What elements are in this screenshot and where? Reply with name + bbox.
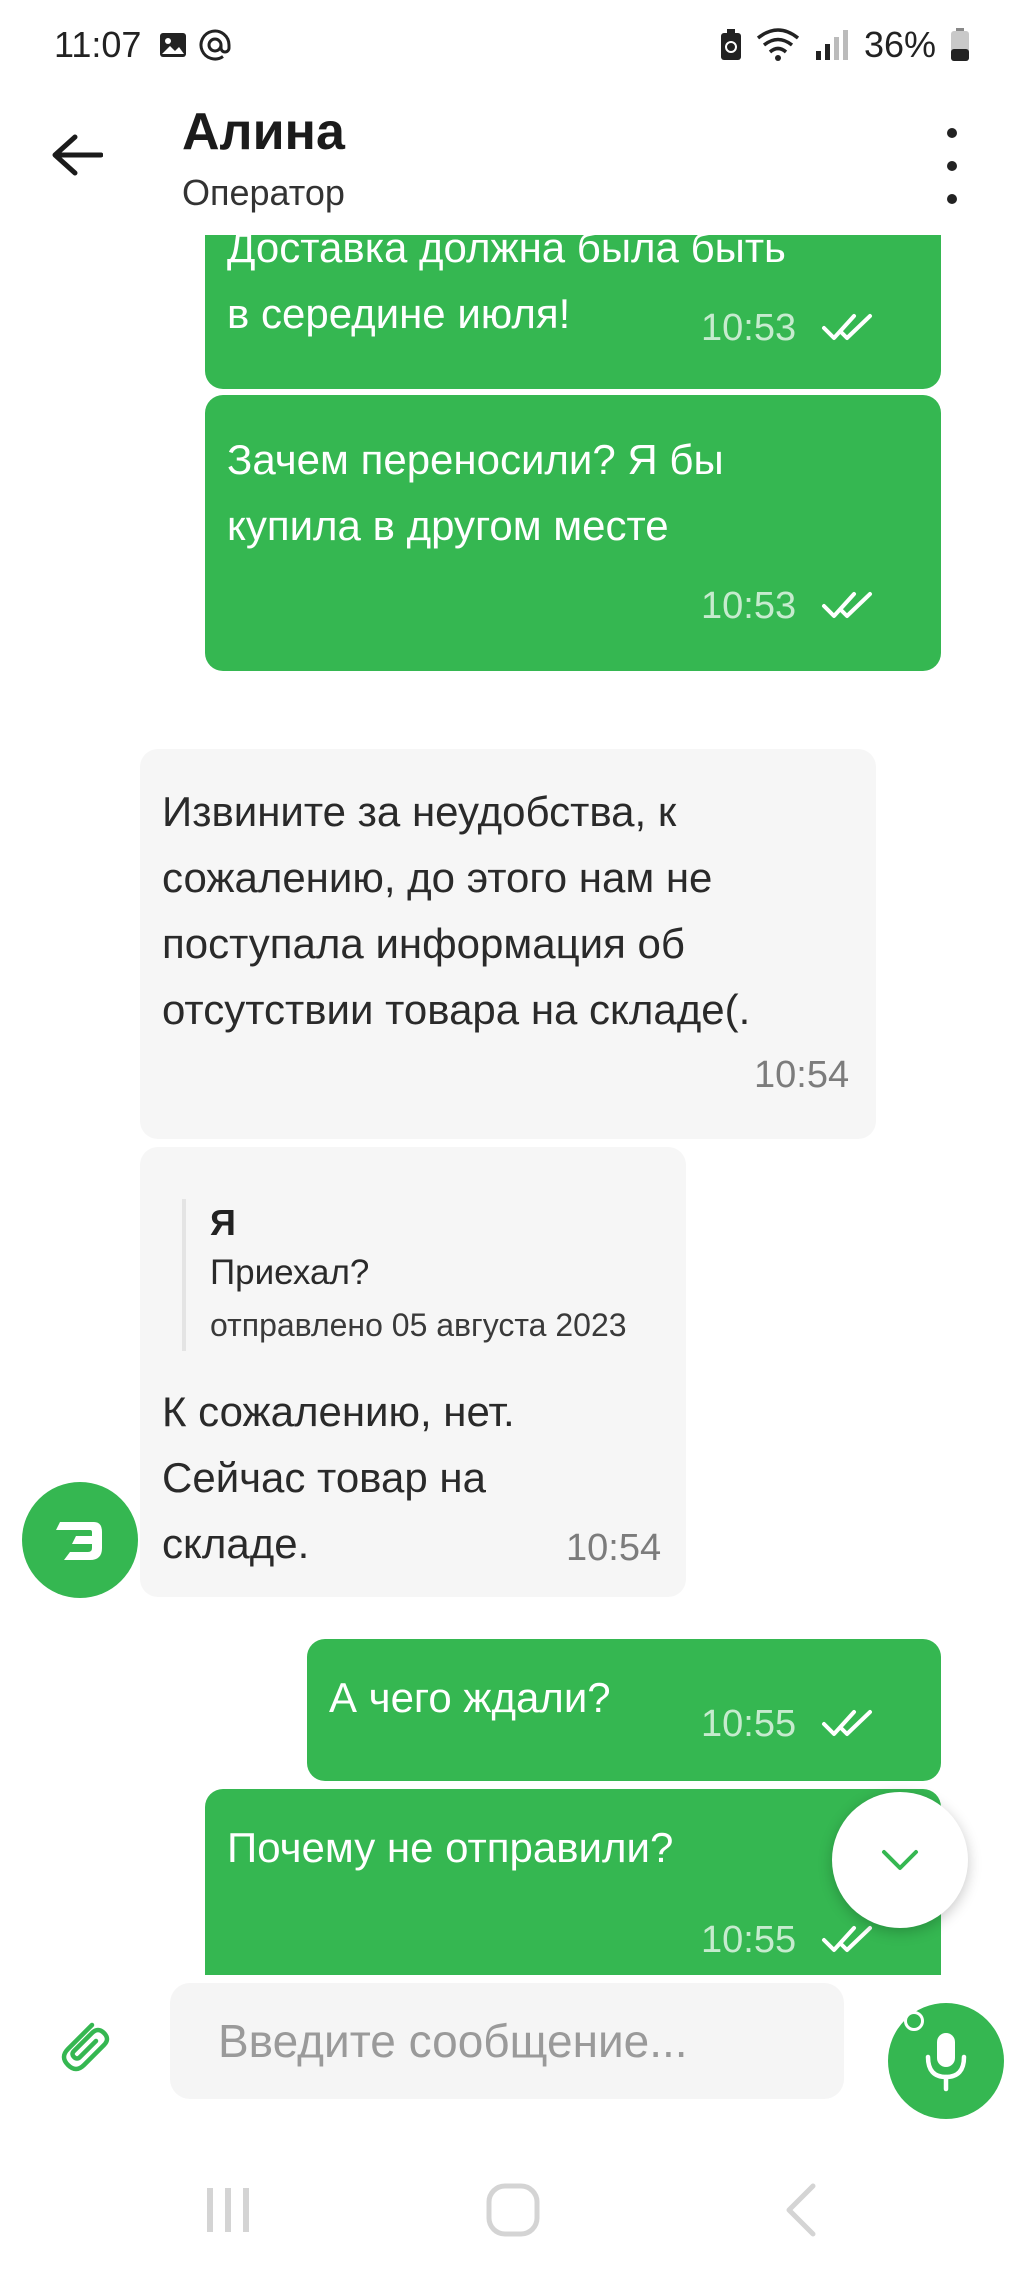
battery-saver-icon xyxy=(720,29,741,60)
recent-apps-button[interactable] xyxy=(194,2175,264,2245)
mic-indicator-dot xyxy=(904,2011,924,2031)
message-input[interactable] xyxy=(170,1983,844,2099)
image-icon xyxy=(160,33,186,57)
reply-quote[interactable]: Я Приехал? отправлено 05 августа 2023 xyxy=(182,1199,627,1351)
home-button[interactable] xyxy=(478,2175,548,2245)
message-time: 10:53 xyxy=(701,307,797,349)
battery-percent: 36% xyxy=(863,24,936,65)
more-options-button[interactable] xyxy=(932,128,972,204)
microphone-icon xyxy=(925,2033,967,2092)
read-checkmarks-icon xyxy=(822,1926,872,1952)
arrow-left-icon xyxy=(52,134,103,176)
status-bar: 11:07 36% xyxy=(0,0,1024,90)
brand-logo-icon xyxy=(56,1522,102,1560)
message-bubble-outgoing[interactable]: Доставка должна была быть в середине июл… xyxy=(205,235,941,389)
scroll-to-bottom-button[interactable] xyxy=(832,1792,968,1928)
message-text: Зачем переносили? Я бы купила в другом м… xyxy=(227,436,724,549)
message-time: 10:54 xyxy=(754,1054,850,1096)
home-icon xyxy=(486,2183,540,2237)
status-notification-icons xyxy=(158,28,232,62)
reply-author: Я xyxy=(210,1202,236,1243)
signal-icon xyxy=(815,30,848,60)
message-time: 10:54 xyxy=(566,1527,662,1569)
back-nav-button[interactable] xyxy=(766,2175,836,2245)
status-system-icons: 36% xyxy=(720,24,970,66)
at-icon xyxy=(199,29,231,61)
message-time: 10:53 xyxy=(701,585,797,627)
status-time: 11:07 xyxy=(54,24,142,65)
message-list[interactable]: Доставка должна была быть в середине июл… xyxy=(0,235,1024,1975)
read-checkmarks-icon xyxy=(822,314,872,340)
message-bubble-outgoing[interactable]: Зачем переносили? Я бы купила в другом м… xyxy=(205,395,941,671)
paperclip-icon xyxy=(61,2022,110,2072)
reply-text: Приехал? xyxy=(210,1253,370,1292)
contact-name: Алина xyxy=(182,103,345,161)
message-time: 10:55 xyxy=(701,1919,797,1961)
message-bubble-outgoing[interactable]: Почему не отправили? 10:55 xyxy=(205,1789,941,1975)
recent-apps-icon xyxy=(207,2188,249,2232)
message-bubble-incoming[interactable]: Извините за неудобства, к сожалению, до … xyxy=(140,749,876,1139)
system-navigation-bar xyxy=(0,2145,1024,2275)
attach-button[interactable] xyxy=(52,2011,116,2075)
reply-sent-date: отправлено 05 августа 2023 xyxy=(210,1307,627,1343)
read-checkmarks-icon xyxy=(822,1710,872,1736)
more-vertical-icon xyxy=(947,128,957,138)
contact-role: Оператор xyxy=(182,172,345,213)
battery-icon xyxy=(951,28,969,61)
message-text: Почему не отправили? xyxy=(227,1824,674,1871)
chevron-left-icon xyxy=(786,2183,816,2237)
operator-avatar xyxy=(22,1482,138,1598)
chat-header: Алина Оператор xyxy=(0,90,1024,235)
message-text: К сожалению, нет. Сейчас товар на складе… xyxy=(162,1388,515,1567)
back-button[interactable] xyxy=(42,120,112,190)
message-bubble-outgoing[interactable]: А чего ждали? 10:55 xyxy=(307,1639,941,1781)
message-composer xyxy=(0,1975,1024,2145)
wifi-icon xyxy=(756,28,800,61)
chat-screen: 11:07 36% Алина Оператор Доставка должна… xyxy=(0,0,1024,2275)
read-checkmarks-icon xyxy=(822,592,872,618)
message-time: 10:55 xyxy=(701,1703,797,1745)
message-bubble-incoming-reply[interactable]: Я Приехал? отправлено 05 августа 2023 К … xyxy=(140,1147,686,1597)
chevron-down-icon xyxy=(882,1850,918,1870)
message-text: Извините за неудобства, к сожалению, до … xyxy=(162,788,751,1033)
message-text: А чего ждали? xyxy=(329,1674,611,1721)
